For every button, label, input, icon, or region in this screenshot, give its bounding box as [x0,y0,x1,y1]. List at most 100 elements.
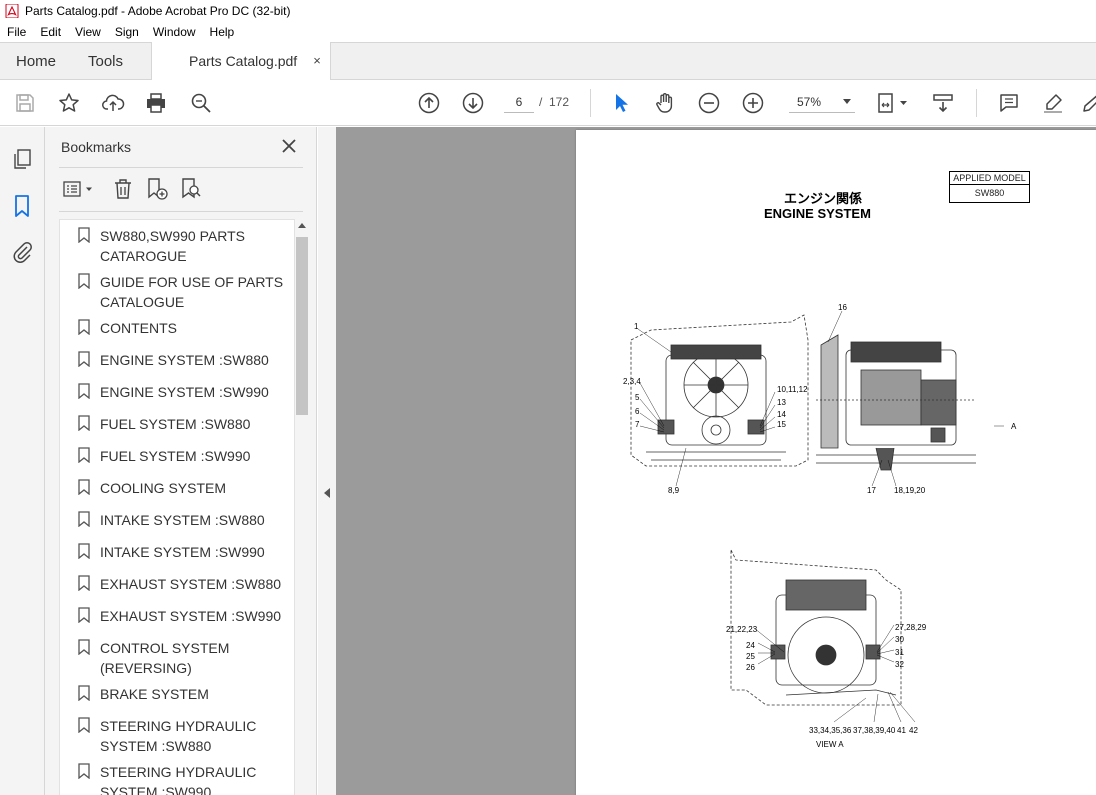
bookmark-item[interactable]: EXHAUST SYSTEM :SW990 [60,606,292,626]
callout-label: 33,34,35,36 [809,726,852,735]
attachments-button[interactable] [10,240,34,264]
bookmark-item[interactable]: COOLING SYSTEM [60,478,292,498]
tab-bar: Home Tools Parts Catalog.pdf × [0,42,1096,81]
bookmark-icon [78,383,90,399]
find-bookmark-button[interactable] [179,177,203,201]
panel-collapse-handle[interactable] [318,127,336,795]
bookmark-label: CONTENTS [100,320,177,336]
bookmark-item[interactable]: GUIDE FOR USE OF PARTS CATALOGUE [60,272,292,312]
next-page-button[interactable] [460,90,486,116]
bookmark-star-button[interactable] [56,90,82,116]
divider [59,211,303,212]
cursor-arrow-icon [616,94,628,112]
callout-label: 42 [909,726,918,735]
zoom-level-select[interactable]: 57% [789,91,855,113]
page-number-input[interactable] [504,91,534,113]
bookmark-item[interactable]: ENGINE SYSTEM :SW880 [60,350,292,370]
hand-tool-button[interactable] [652,90,678,116]
chevron-down-icon [843,99,851,104]
tab-document-label: Parts Catalog.pdf [189,53,298,69]
panel-title: Bookmarks [61,139,132,155]
bookmark-label: ENGINE SYSTEM :SW990 [100,384,269,400]
tab-tools[interactable]: Tools [88,43,123,80]
menu-sign[interactable]: Sign [108,25,146,39]
callout-label: 26 [746,663,755,672]
title-bar: Parts Catalog.pdf - Adobe Acrobat Pro DC… [0,0,1096,22]
menu-edit[interactable]: Edit [33,25,68,39]
callout-label: 17 [867,486,876,495]
callout-label: A [1011,422,1017,431]
zoom-out-button[interactable] [696,90,722,116]
engine-parts-diagram: 1 2,3,4 5 6 7 8,9 10,11,12 13 14 15 16 1… [623,303,1017,749]
bookmark-item[interactable]: CONTENTS [60,318,292,338]
callout-label: 27,28,29 [895,623,927,632]
bookmark-label: COOLING SYSTEM [100,480,227,496]
pages-icon [14,149,31,169]
bookmark-search-icon [182,178,201,199]
bookmark-item[interactable]: FUEL SYSTEM :SW990 [60,446,292,466]
find-button[interactable] [188,90,214,116]
callout-label: 6 [635,407,640,416]
menu-window[interactable]: Window [146,25,203,39]
upload-button[interactable] [100,90,126,116]
bookmark-item[interactable]: BRAKE SYSTEM [60,684,292,704]
document-viewport[interactable]: エンジン関係 ENGINE SYSTEM APPLIED MODEL SW880 [336,127,1096,795]
menu-file[interactable]: File [0,25,33,39]
bookmark-label: BRAKE SYSTEM [100,686,209,702]
bookmark-options-button[interactable] [61,177,95,201]
fit-page-icon [878,93,907,113]
callout-label: 31 [895,648,904,657]
bookmark-label: GUIDE FOR USE OF PARTS CATALOGUE [100,274,284,310]
bookmark-item[interactable]: INTAKE SYSTEM :SW990 [60,542,292,562]
previous-page-button[interactable] [416,90,442,116]
bookmark-label: SW880,SW990 PARTS CATAROGUE [100,228,245,264]
callout-label: 8,9 [668,486,680,495]
comment-button[interactable] [996,90,1022,116]
bookmark-icon [78,447,90,463]
bookmark-item[interactable]: STEERING HYDRAULIC SYSTEM :SW990 [60,762,292,795]
bookmark-icon [78,685,90,701]
bookmark-label: INTAKE SYSTEM :SW990 [100,544,265,560]
bookmark-label: EXHAUST SYSTEM :SW880 [100,576,282,592]
tab-home[interactable]: Home [16,43,56,80]
zoom-in-button[interactable] [740,90,766,116]
page-total: 172 [549,95,570,109]
page-fit-button[interactable] [874,90,914,116]
save-button[interactable] [12,90,38,116]
new-bookmark-button[interactable] [145,177,169,201]
select-tool-button[interactable] [608,90,634,116]
bookmark-scrollbar[interactable] [295,219,309,795]
hand-icon [656,93,673,113]
callout-labels: 1 2,3,4 5 6 7 8,9 10,11,12 13 14 15 16 1… [623,303,1017,749]
bookmark-icon [78,543,90,559]
bookmark-item[interactable]: INTAKE SYSTEM :SW880 [60,510,292,530]
highlighter-icon [1044,94,1062,113]
bookmark-icon [78,607,90,623]
scroll-mode-button[interactable] [930,90,956,116]
scrollbar-thumb[interactable] [296,237,308,415]
bookmark-item[interactable]: ENGINE SYSTEM :SW990 [60,382,292,402]
page-thumbnails-button[interactable] [10,147,34,171]
menu-bar: File Edit View Sign Window Help [0,22,1096,42]
callout-label: 16 [838,303,847,312]
bookmark-label: INTAKE SYSTEM :SW880 [100,512,265,528]
bookmark-item[interactable]: FUEL SYSTEM :SW880 [60,414,292,434]
menu-help[interactable]: Help [203,25,242,39]
highlight-button[interactable] [1040,90,1066,116]
draw-button[interactable] [1080,90,1096,116]
bookmark-item[interactable]: SW880,SW990 PARTS CATAROGUE [60,226,292,266]
bookmark-item[interactable]: EXHAUST SYSTEM :SW880 [60,574,292,594]
scroll-up-icon[interactable] [298,223,306,228]
bookmark-item[interactable]: STEERING HYDRAULIC SYSTEM :SW880 [60,716,292,756]
close-icon[interactable] [280,137,298,155]
tab-document[interactable]: Parts Catalog.pdf × [151,42,331,81]
print-button[interactable] [143,90,169,116]
bookmark-item[interactable]: CONTROL SYSTEM (REVERSING) [60,638,292,678]
delete-bookmark-button[interactable] [111,177,135,201]
menu-view[interactable]: View [68,25,108,39]
engine-side-view-drawing [816,334,976,471]
bookmarks-panel-button[interactable] [10,194,34,218]
bookmark-icon [78,227,90,243]
callout-label: 10,11,12 [777,385,808,394]
tab-close-button[interactable]: × [310,54,324,68]
